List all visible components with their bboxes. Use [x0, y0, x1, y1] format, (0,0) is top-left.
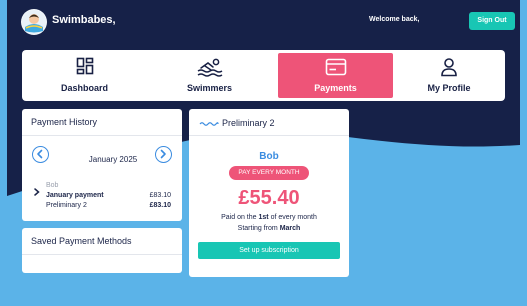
app-frame: Swimbabes, Welcome back, Sign Out Dashbo… [7, 0, 520, 306]
billing-frequency-badge: PAY EVERY MONTH [229, 166, 309, 180]
chevron-left-icon [37, 149, 43, 159]
brand-name: Swimbabes, [52, 14, 116, 26]
previous-month-button[interactable] [32, 146, 49, 163]
nav-payments[interactable]: Payments [278, 53, 393, 98]
plan-price: £55.40 [238, 187, 300, 209]
current-month: January 2025 [88, 155, 138, 164]
sign-out-button[interactable]: Sign Out [469, 12, 515, 30]
payment-history-title: Payment History [31, 117, 98, 127]
welcome-text: Welcome back, [369, 16, 420, 23]
plan-title: Preliminary 2 [222, 118, 275, 128]
nav-my-profile-label: My Profile [427, 83, 471, 93]
next-month-button[interactable] [155, 146, 172, 163]
divider [189, 135, 349, 136]
entry-swimmer-name: Bob [46, 182, 59, 189]
set-up-subscription-button[interactable]: Set up subscription [198, 242, 340, 259]
nav-swimmers-label: Swimmers [186, 83, 233, 93]
chevron-right-icon [34, 188, 40, 196]
credit-card-icon [325, 58, 346, 76]
wave-icon [199, 122, 219, 126]
entry-line1-label: January payment [46, 192, 104, 199]
divider [22, 254, 182, 255]
swimmer-icon [197, 58, 222, 77]
nav-dashboard-label: Dashboard [60, 83, 108, 93]
start-month-text: Starting from March [237, 225, 301, 232]
logo-icon [21, 9, 47, 35]
main-nav: Dashboard Swimmers Payments My Profile [22, 50, 505, 101]
nav-my-profile[interactable]: My Profile [393, 50, 505, 101]
chevron-right-icon [160, 149, 166, 159]
top-bar: Swimbabes, Welcome back, Sign Out [7, 0, 520, 44]
nav-payments-label: Payments [314, 83, 357, 93]
entry-line2-label: Preliminary 2 [46, 202, 87, 209]
entry-line2-amount: £83.10 [149, 202, 171, 209]
user-icon [441, 58, 457, 77]
divider [22, 135, 182, 136]
dashboard-icon [76, 57, 93, 75]
plan-card: Preliminary 2 Bob PAY EVERY MONTH £55.40… [189, 109, 349, 277]
saved-payment-methods-title: Saved Payment Methods [31, 236, 132, 246]
payment-day-text: Paid on the 1st of every month [221, 214, 317, 221]
saved-payment-methods-card: Saved Payment Methods [22, 228, 182, 273]
payment-history-card: Payment History January 2025 Bob January… [22, 109, 182, 221]
plan-swimmer-name: Bob [259, 151, 279, 162]
nav-swimmers[interactable]: Swimmers [147, 50, 272, 101]
nav-dashboard[interactable]: Dashboard [22, 50, 147, 101]
entry-line1-amount: £83.10 [149, 192, 171, 199]
